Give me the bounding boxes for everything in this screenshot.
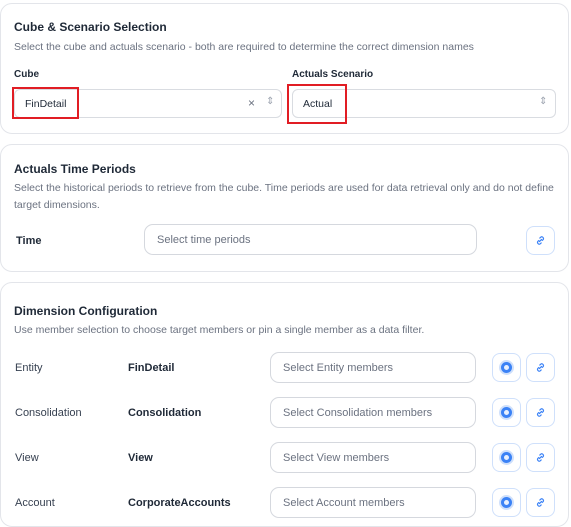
clear-icon[interactable]: × [248, 96, 255, 110]
dimension-member: FinDetail [128, 362, 175, 374]
cube-label: Cube [14, 69, 39, 80]
time-pin-button[interactable] [526, 226, 555, 255]
link-icon [536, 453, 545, 462]
dimension-member: CorporateAccounts [128, 497, 231, 509]
member-select-button[interactable] [492, 398, 521, 427]
link-icon [536, 498, 545, 507]
target-icon [501, 362, 512, 373]
cube-scenario-card: Cube & Scenario Selection Select the cub… [0, 3, 569, 134]
member-select-input[interactable]: Select Consolidation members [270, 397, 476, 428]
time-label: Time [16, 235, 42, 247]
member-select-input[interactable]: Select View members [270, 442, 476, 473]
pin-member-button[interactable] [526, 443, 555, 472]
member-select-button[interactable] [492, 488, 521, 517]
scenario-label: Actuals Scenario [292, 69, 374, 80]
member-select-input[interactable]: Select Account members [270, 487, 476, 518]
cube-highlight-box [12, 87, 79, 119]
link-icon [536, 408, 545, 417]
cube-scenario-title: Cube & Scenario Selection [14, 20, 167, 34]
cube-scenario-description: Select the cube and actuals scenario - b… [14, 41, 474, 53]
time-periods-title: Actuals Time Periods [14, 162, 136, 176]
time-periods-input[interactable]: Select time periods [144, 224, 477, 255]
target-icon [501, 407, 512, 418]
member-select-placeholder: Select Consolidation members [283, 407, 433, 419]
pin-member-button[interactable] [526, 353, 555, 382]
chevron-updown-icon: ⇕ [266, 96, 275, 107]
chevron-updown-icon: ⇕ [539, 96, 548, 107]
dimension-name: Account [15, 497, 55, 509]
link-icon [536, 236, 545, 245]
link-icon [536, 363, 545, 372]
target-icon [501, 497, 512, 508]
target-icon [501, 452, 512, 463]
member-select-button[interactable] [492, 443, 521, 472]
dimension-name: Entity [15, 362, 43, 374]
time-periods-card: Actuals Time Periods Select the historic… [0, 144, 569, 272]
dimension-member: View [128, 452, 153, 464]
member-select-placeholder: Select View members [283, 452, 390, 464]
time-periods-description: Select the historical periods to retriev… [14, 182, 554, 211]
member-select-placeholder: Select Entity members [283, 362, 394, 374]
dimension-name: Consolidation [15, 407, 82, 419]
dimension-name: View [15, 452, 39, 464]
member-select-placeholder: Select Account members [283, 497, 405, 509]
scenario-highlight-box [287, 84, 347, 124]
dimension-config-title: Dimension Configuration [14, 304, 158, 318]
dimension-config-description: Use member selection to choose target me… [14, 324, 425, 336]
member-select-input[interactable]: Select Entity members [270, 352, 476, 383]
member-select-button[interactable] [492, 353, 521, 382]
time-periods-placeholder: Select time periods [157, 234, 251, 246]
pin-member-button[interactable] [526, 488, 555, 517]
dimension-member: Consolidation [128, 407, 202, 419]
pin-member-button[interactable] [526, 398, 555, 427]
